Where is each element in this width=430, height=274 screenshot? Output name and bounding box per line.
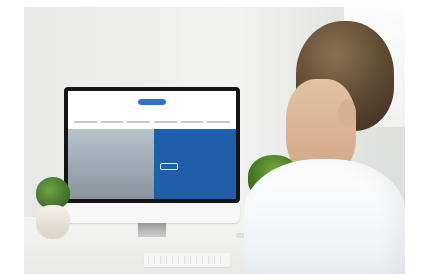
monitor	[64, 87, 240, 237]
shirt	[244, 159, 405, 274]
site-nav-item	[207, 121, 231, 123]
monitor-chin	[64, 203, 240, 223]
site-logo	[138, 99, 166, 105]
site-nav	[74, 119, 231, 125]
keyboard	[144, 253, 230, 267]
monitor-stand	[138, 223, 166, 237]
hero-image	[68, 129, 154, 199]
site-nav-item	[100, 121, 124, 123]
photo-scene	[24, 7, 405, 274]
person	[244, 21, 405, 274]
site-nav-item	[154, 121, 177, 123]
hero-button	[160, 163, 178, 170]
site-nav-item	[74, 121, 97, 123]
ear	[338, 99, 356, 127]
plant-pot	[36, 205, 70, 239]
monitor-screen	[68, 91, 236, 199]
site-nav-item	[127, 121, 151, 123]
plant-left	[26, 177, 78, 247]
site-hero	[68, 129, 236, 199]
site-nav-item	[180, 121, 204, 123]
